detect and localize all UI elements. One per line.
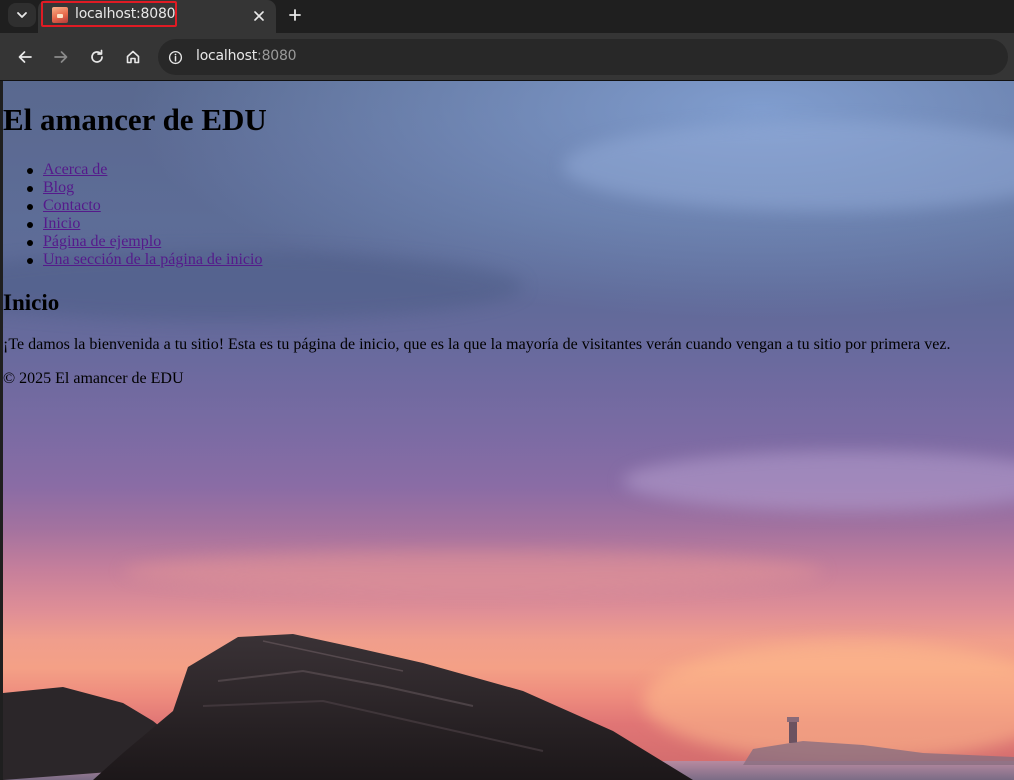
nav-item: Una sección de la página de inicio — [3, 251, 262, 269]
nav-link-pagina-de-ejemplo[interactable]: Página de ejemplo — [43, 233, 161, 250]
nav-item: Inicio — [3, 215, 262, 233]
tab-title: localhost:8080 — [75, 6, 176, 22]
arrow-left-icon — [18, 51, 32, 63]
nav-link-blog[interactable]: Blog — [43, 179, 74, 196]
url-port: :8080 — [257, 48, 297, 64]
page-viewport: El amancer de EDU Acerca de Blog Contact… — [3, 81, 1014, 780]
plus-icon — [289, 9, 301, 21]
arrow-right-icon — [54, 51, 68, 63]
url-host: localhost — [196, 48, 258, 64]
back-button[interactable] — [13, 45, 37, 69]
url-text[interactable]: localhost:8080 — [196, 48, 297, 64]
nav-item: Acerca de — [3, 161, 262, 179]
chevron-down-icon — [17, 12, 27, 18]
tab-close-button[interactable] — [250, 7, 268, 25]
nav-link-inicio[interactable]: Inicio — [43, 215, 80, 232]
forward-button[interactable] — [49, 45, 73, 69]
welcome-paragraph: ¡Te damos la bienvenida a tu sitio! Esta… — [3, 336, 951, 353]
home-icon — [126, 50, 140, 64]
footer-copyright: © 2025 El amancer de EDU — [3, 370, 184, 387]
nav-link-acerca-de[interactable]: Acerca de — [43, 161, 107, 178]
section-heading: Inicio — [3, 290, 60, 315]
site-title: El amancer de EDU — [3, 102, 267, 137]
close-icon — [254, 11, 264, 21]
browser-tab[interactable]: localhost:8080 — [38, 0, 276, 33]
nav-link-contacto[interactable]: Contacto — [43, 197, 101, 214]
nav-item: Blog — [3, 179, 262, 197]
reload-button[interactable] — [85, 45, 109, 69]
browser-toolbar: localhost:8080 — [0, 33, 1014, 81]
new-tab-button[interactable] — [283, 4, 307, 26]
page-content: El amancer de EDU Acerca de Blog Contact… — [3, 81, 1014, 780]
tab-strip: localhost:8080 — [0, 0, 1014, 33]
home-button[interactable] — [121, 45, 145, 69]
nav-item: Página de ejemplo — [3, 233, 262, 251]
site-info-button[interactable] — [166, 48, 184, 66]
site-nav: Acerca de Blog Contacto Inicio Página de… — [3, 161, 262, 269]
address-bar[interactable]: localhost:8080 — [158, 39, 1008, 75]
info-icon — [168, 50, 182, 64]
reload-icon — [91, 49, 103, 63]
nav-item: Contacto — [3, 197, 262, 215]
nav-link-seccion-inicio[interactable]: Una sección de la página de inicio — [43, 251, 262, 268]
site-favicon-icon — [52, 7, 68, 23]
tab-search-button[interactable] — [8, 3, 36, 27]
